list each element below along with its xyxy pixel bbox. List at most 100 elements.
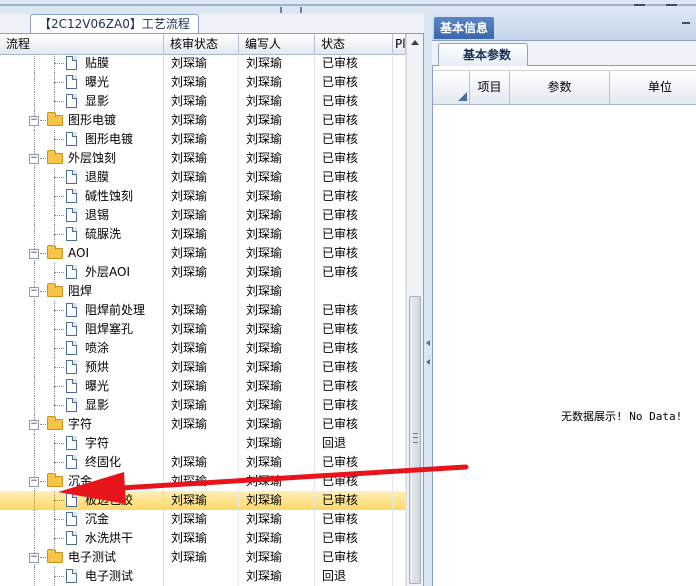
tree-guide-line [54, 82, 64, 83]
column-header-flow[interactable]: 流程 [0, 34, 164, 54]
tree-row[interactable]: 显影 刘琛瑜 刘琛瑜 已审核 [0, 92, 406, 111]
collapse-arrow-icon[interactable] [426, 340, 430, 346]
tree-row[interactable]: 外层AOI 刘琛瑜 刘琛瑜 已审核 [0, 263, 406, 282]
tree-row[interactable]: 退锡 刘琛瑜 刘琛瑜 已审核 [0, 206, 406, 225]
tree-row[interactable]: 曝光 刘琛瑜 刘琛瑜 已审核 [0, 73, 406, 92]
column-header-unit[interactable]: 单位 [610, 71, 696, 104]
tree-row[interactable]: 阻焊塞孔 刘琛瑜 刘琛瑜 已审核 [0, 320, 406, 339]
scrollbar-thumb[interactable] [409, 296, 421, 584]
review-status-cell: 刘琛瑜 [164, 130, 239, 149]
pl-cell [393, 263, 406, 282]
tree-row[interactable]: 退膜 刘琛瑜 刘琛瑜 已审核 [0, 168, 406, 187]
select-all-corner-icon[interactable] [433, 71, 470, 104]
minimize-icon[interactable] [682, 22, 690, 32]
flow-cell: 阻焊前处理 [0, 301, 164, 320]
tree-folder-row[interactable]: − 字符 刘琛瑜 刘琛瑜 已审核 [0, 415, 406, 434]
collapse-toggle-icon[interactable]: − [29, 154, 39, 164]
pl-cell [393, 434, 406, 453]
column-header-writer[interactable]: 编写人 [239, 34, 315, 54]
tab-basic-params[interactable]: 基本参数 [438, 43, 529, 66]
tree-folder-row[interactable]: − 图形电镀 刘琛瑜 刘琛瑜 已审核 [0, 111, 406, 130]
column-header-pl[interactable]: Pl [393, 34, 406, 54]
flow-cell: 沉金 [0, 510, 164, 529]
review-status-cell: 刘琛瑜 [164, 510, 239, 529]
review-status-cell: 刘琛瑜 [164, 301, 239, 320]
folder-icon [47, 150, 63, 164]
params-grid-header: 项目 参数 单位 [433, 70, 696, 105]
vertical-scrollbar[interactable] [406, 34, 423, 586]
node-label: 字符 [85, 436, 110, 450]
scroll-up-icon[interactable] [407, 34, 423, 51]
tree-folder-row[interactable]: − 沉金 刘琛瑜 刘琛瑜 已审核 [0, 472, 406, 491]
tree-row[interactable]: 贴膜 刘琛瑜 刘琛瑜 已审核 [0, 54, 406, 73]
node-label: 显影 [85, 398, 110, 412]
document-icon [66, 322, 77, 336]
tree-row[interactable]: 终固化 刘琛瑜 刘琛瑜 已审核 [0, 453, 406, 472]
tree-row[interactable]: 图形电镀 刘琛瑜 刘琛瑜 已审核 [0, 130, 406, 149]
tree-guide-line [40, 120, 46, 121]
tree-row[interactable]: 电子测试 刘琛瑜 回退 [0, 567, 406, 586]
tree-row[interactable]: 字符 刘琛瑜 回退 [0, 434, 406, 453]
document-icon [66, 360, 77, 374]
tree-guide-line [34, 187, 35, 206]
tree-row[interactable]: 碱性蚀刻 刘琛瑜 刘琛瑜 已审核 [0, 187, 406, 206]
collapse-arrow-icon[interactable] [426, 359, 430, 365]
tree-row[interactable]: 喷涂 刘琛瑜 刘琛瑜 已审核 [0, 339, 406, 358]
tree-folder-row[interactable]: − 外层蚀刻 刘琛瑜 刘琛瑜 已审核 [0, 149, 406, 168]
flow-cell: 喷涂 [0, 339, 164, 358]
node-label: 预烘 [85, 360, 110, 374]
tree-guide-line [40, 557, 46, 558]
column-header-status[interactable]: 状态 [315, 34, 393, 54]
collapse-toggle-icon[interactable]: − [29, 116, 39, 126]
tree-row[interactable]: 预烘 刘琛瑜 刘琛瑜 已审核 [0, 358, 406, 377]
node-label: 外层蚀刻 [68, 151, 117, 165]
tree-guide-line [54, 329, 64, 330]
collapse-toggle-icon[interactable]: − [29, 287, 39, 297]
pl-cell [393, 130, 406, 149]
collapse-toggle-icon[interactable]: − [29, 553, 39, 563]
status-cell: 已审核 [315, 453, 393, 472]
collapse-toggle-icon[interactable]: − [29, 249, 39, 259]
collapse-toggle-icon[interactable]: − [29, 420, 39, 430]
tree-row[interactable]: 板边包胶 刘琛瑜 刘琛瑜 已审核 [0, 491, 406, 510]
column-header-param[interactable]: 参数 [510, 71, 610, 104]
status-cell: 已审核 [315, 529, 393, 548]
restore-icon[interactable] [666, 4, 677, 12]
flow-cell: 图形电镀 [0, 130, 164, 149]
tab-basic-info[interactable]: 基本信息 [434, 17, 495, 39]
process-tab[interactable]: 【2C12V06ZA0】工艺流程 [30, 14, 199, 33]
node-label: 退膜 [85, 170, 110, 184]
writer-cell: 刘琛瑜 [239, 529, 315, 548]
collapse-toggle-icon[interactable]: − [29, 477, 39, 487]
tree-row[interactable]: 阻焊前处理 刘琛瑜 刘琛瑜 已审核 [0, 301, 406, 320]
column-header-review-status[interactable]: 核审状态 [164, 34, 239, 54]
tree-folder-row[interactable]: − AOI 刘琛瑜 刘琛瑜 已审核 [0, 244, 406, 263]
pl-cell [393, 377, 406, 396]
tree-guide-line [34, 567, 35, 586]
tree-row[interactable]: 显影 刘琛瑜 刘琛瑜 已审核 [0, 396, 406, 415]
review-status-cell: 刘琛瑜 [164, 415, 239, 434]
document-icon [66, 303, 77, 317]
tree-guide-line [54, 177, 64, 178]
folder-icon [47, 245, 63, 259]
review-status-cell: 刘琛瑜 [164, 529, 239, 548]
pl-cell [393, 187, 406, 206]
minimize-icon[interactable] [634, 4, 645, 12]
document-icon [66, 455, 77, 469]
tree-folder-row[interactable]: − 阻焊 刘琛瑜 [0, 282, 406, 301]
tree-row[interactable]: 曝光 刘琛瑜 刘琛瑜 已审核 [0, 377, 406, 396]
tree-folder-row[interactable]: − 电子测试 刘琛瑜 刘琛瑜 已审核 [0, 548, 406, 567]
review-status-cell: 刘琛瑜 [164, 54, 239, 73]
review-status-cell: 刘琛瑜 [164, 92, 239, 111]
document-icon [66, 398, 77, 412]
flow-cell: 硫脲洗 [0, 225, 164, 244]
tree-row[interactable]: 沉金 刘琛瑜 刘琛瑜 已审核 [0, 510, 406, 529]
tree-row[interactable]: 水洗烘干 刘琛瑜 刘琛瑜 已审核 [0, 529, 406, 548]
node-label: 电子测试 [68, 550, 117, 564]
flow-cell: − 字符 [0, 415, 164, 434]
writer-cell: 刘琛瑜 [239, 225, 315, 244]
column-header-item[interactable]: 项目 [470, 71, 510, 104]
panel-splitter[interactable] [424, 14, 432, 586]
tree-row[interactable]: 硫脲洗 刘琛瑜 刘琛瑜 已审核 [0, 225, 406, 244]
node-label: 阻焊前处理 [85, 303, 146, 317]
